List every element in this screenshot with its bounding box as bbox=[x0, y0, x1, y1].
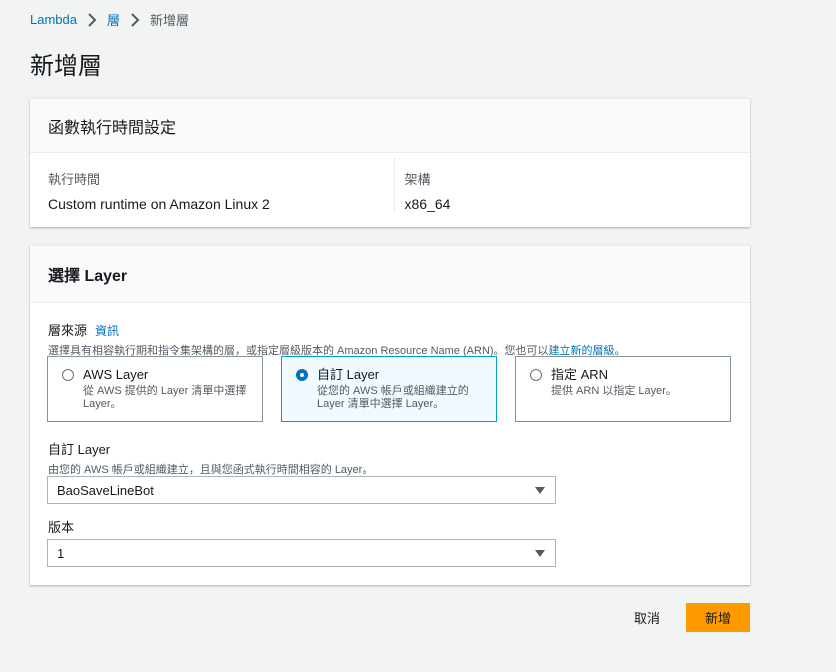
caret-down-icon bbox=[535, 550, 545, 557]
cancel-button[interactable]: 取消 bbox=[634, 608, 660, 627]
version-label: 版本 bbox=[48, 520, 75, 535]
version-field: 版本 bbox=[48, 517, 74, 536]
add-button[interactable]: 新增 bbox=[686, 603, 750, 632]
layer-source-options: AWS Layer 從 AWS 提供的 Layer 清單中選擇 Layer。 自… bbox=[47, 356, 731, 422]
architecture-column: 架構 x86_64 bbox=[393, 157, 751, 212]
architecture-value: x86_64 bbox=[404, 196, 451, 212]
chevron-right-icon bbox=[124, 12, 146, 28]
runtime-panel-title: 函數執行時間設定 bbox=[48, 119, 177, 137]
custom-layer-field: 自訂 Layer 由您的 AWS 帳戶或組織建立，且與您函式執行時間相容的 La… bbox=[48, 439, 373, 477]
custom-layer-label: 自訂 Layer bbox=[48, 442, 111, 457]
custom-layer-selected-value: BaoSaveLineBot bbox=[57, 482, 154, 498]
layer-source-field: 層來源 資訊 選擇具有相容執行期和指令集架構的層，或指定層級版本的 Amazon … bbox=[48, 320, 626, 358]
breadcrumb-link-layers[interactable]: 層 bbox=[107, 10, 120, 29]
option-description: 提供 ARN 以指定 Layer。 bbox=[551, 385, 677, 397]
panel-header: 函數執行時間設定 bbox=[30, 99, 750, 153]
option-title: 指定 ARN bbox=[551, 367, 609, 382]
custom-layer-select[interactable]: BaoSaveLineBot bbox=[47, 476, 556, 504]
architecture-label: 架構 bbox=[404, 172, 431, 187]
layer-panel-title: 選擇 Layer bbox=[48, 268, 128, 285]
info-link[interactable]: 資訊 bbox=[95, 324, 119, 338]
radio-button[interactable] bbox=[62, 369, 74, 381]
option-specify-arn[interactable]: 指定 ARN 提供 ARN 以指定 Layer。 bbox=[515, 356, 731, 422]
runtime-settings-panel: 函數執行時間設定 執行時間 Custom runtime on Amazon L… bbox=[30, 98, 750, 227]
runtime-details: 執行時間 Custom runtime on Amazon Linux 2 架構… bbox=[30, 153, 750, 212]
page-title: 新增層 bbox=[30, 53, 102, 80]
breadcrumb-current: 新增層 bbox=[150, 13, 190, 28]
runtime-label: 執行時間 bbox=[48, 172, 101, 187]
panel-header: 選擇 Layer bbox=[30, 246, 750, 303]
form-actions: 取消 新增 bbox=[634, 603, 750, 632]
option-title: AWS Layer bbox=[83, 367, 149, 382]
version-select[interactable]: 1 bbox=[47, 539, 556, 567]
breadcrumb-link-lambda[interactable]: Lambda bbox=[30, 12, 77, 27]
custom-layer-description: 由您的 AWS 帳戶或組織建立，且與您函式執行時間相容的 Layer。 bbox=[48, 464, 374, 476]
option-description: 從您的 AWS 帳戶或組織建立的 Layer 清單中選擇 Layer。 bbox=[317, 385, 469, 410]
layer-source-label: 層來源 bbox=[48, 323, 88, 338]
radio-button[interactable] bbox=[530, 369, 542, 381]
caret-down-icon bbox=[535, 487, 545, 494]
option-aws-layer[interactable]: AWS Layer 從 AWS 提供的 Layer 清單中選擇 Layer。 bbox=[47, 356, 263, 422]
chevron-right-icon bbox=[81, 12, 103, 28]
option-title: 自訂 Layer bbox=[317, 367, 380, 382]
runtime-column: 執行時間 Custom runtime on Amazon Linux 2 bbox=[30, 157, 394, 212]
breadcrumb: Lambda 層 新增層 bbox=[30, 10, 189, 29]
version-selected-value: 1 bbox=[57, 545, 65, 561]
option-custom-layer[interactable]: 自訂 Layer 從您的 AWS 帳戶或組織建立的 Layer 清單中選擇 La… bbox=[281, 356, 497, 422]
runtime-value: Custom runtime on Amazon Linux 2 bbox=[48, 196, 270, 212]
option-description: 從 AWS 提供的 Layer 清單中選擇 Layer。 bbox=[83, 385, 247, 410]
radio-button-selected[interactable] bbox=[296, 369, 308, 381]
choose-layer-panel: 選擇 Layer 層來源 資訊 選擇具有相容執行期和指令集架構的層，或指定層級版本… bbox=[30, 245, 750, 585]
